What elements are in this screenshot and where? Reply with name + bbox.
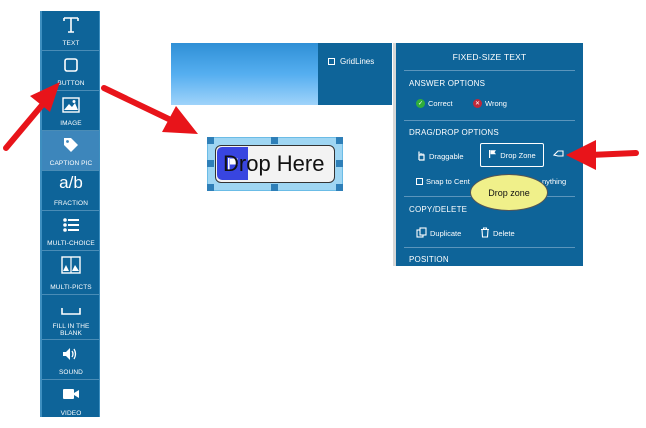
duplicate-icon <box>416 227 427 240</box>
tool-multi-picts-label: MULTI-PICTS <box>50 284 92 291</box>
divider <box>404 70 575 71</box>
trash-icon <box>480 227 490 240</box>
fraction-icon: a/b <box>59 173 83 192</box>
tool-multi-picts[interactable]: MULTI-PICTS <box>42 251 99 295</box>
gridlines-label: GridLines <box>340 57 375 66</box>
delete-button[interactable]: Delete <box>480 227 515 240</box>
tool-fraction[interactable]: a/b FRACTION <box>42 171 99 211</box>
draggable-option[interactable]: Draggable <box>416 150 464 163</box>
resize-handle-bottom-right[interactable] <box>336 184 343 191</box>
drop-here-label: Drop Here <box>223 151 325 176</box>
resize-handle-top-right[interactable] <box>336 137 343 144</box>
tool-text-label: TEXT <box>62 40 80 47</box>
copy-delete-heading: COPY/DELETE <box>409 205 468 214</box>
snap-to-center-option[interactable]: Snap to Cent <box>416 177 470 186</box>
position-heading: POSITION <box>409 255 449 264</box>
accept-anything-label: nything <box>542 177 567 186</box>
tool-fill-blank-label: FILL IN THE BLANK <box>52 323 90 337</box>
element-toolbar: TEXT BUTTON IMAGE CAPTION PIC a/b FRACTI… <box>40 11 100 417</box>
correct-option[interactable]: ✓ Correct <box>416 99 453 108</box>
resize-handle-bottom[interactable] <box>271 184 278 191</box>
divider <box>404 247 575 248</box>
speaker-icon <box>42 344 99 364</box>
drop-zone-tooltip-text: Drop zone <box>488 187 530 198</box>
duplicate-label: Duplicate <box>430 229 462 238</box>
tool-button[interactable]: BUTTON <box>42 51 99 91</box>
drop-zone-label: Drop Zone <box>500 150 536 160</box>
draggable-label: Draggable <box>429 152 464 161</box>
snap-checkbox[interactable] <box>416 178 423 185</box>
dragdrop-options-heading: DRAG/DROP OPTIONS <box>409 128 499 137</box>
correct-label: Correct <box>428 99 453 108</box>
tool-button-label: BUTTON <box>57 80 85 87</box>
drop-zone-button[interactable]: Drop Zone <box>480 143 544 167</box>
answer-options-heading: ANSWER OPTIONS <box>409 79 486 88</box>
tool-video[interactable]: VIDEO <box>42 380 99 417</box>
tool-image[interactable]: IMAGE <box>42 91 99 131</box>
delete-label: Delete <box>493 229 515 238</box>
gridlines-toggle[interactable]: GridLines <box>318 43 392 105</box>
resize-handle-left[interactable] <box>207 160 214 167</box>
hand-icon <box>416 150 426 163</box>
tool-multi-choice-label: MULTI-CHOICE <box>47 240 95 247</box>
duplicate-button[interactable]: Duplicate <box>416 227 461 240</box>
tool-fill-blank[interactable]: FILL IN THE BLANK <box>42 295 99 340</box>
resize-handle-right[interactable] <box>336 160 343 167</box>
check-icon: ✓ <box>416 99 425 108</box>
snap-label: Snap to Cent <box>426 177 470 186</box>
tool-image-label: IMAGE <box>60 120 82 127</box>
tool-sound-label: SOUND <box>59 369 83 376</box>
drop-here-button[interactable]: Drop Here <box>215 145 335 183</box>
tool-text[interactable]: TEXT <box>42 11 99 51</box>
tag-icon <box>42 135 99 155</box>
flag-icon <box>488 149 497 161</box>
list-icon <box>42 215 99 235</box>
drop-zone-tooltip: Drop zone <box>470 174 548 211</box>
multi-picts-icon <box>42 255 99 275</box>
resize-handle-top-left[interactable] <box>207 137 214 144</box>
x-icon: ✕ <box>473 99 482 108</box>
tool-caption-pic-label: CAPTION PIC <box>49 160 93 167</box>
blank-icon <box>42 301 99 321</box>
gridlines-checkbox[interactable] <box>328 58 335 65</box>
video-camera-icon <box>42 384 99 404</box>
tool-video-label: VIDEO <box>60 410 82 417</box>
tool-fraction-label: FRACTION <box>53 200 89 207</box>
wrong-label: Wrong <box>485 99 507 108</box>
divider <box>404 120 575 121</box>
tool-sound[interactable]: SOUND <box>42 340 99 380</box>
button-icon <box>42 55 99 75</box>
resize-handle-top[interactable] <box>271 137 278 144</box>
properties-panel: FIXED-SIZE TEXT ANSWER OPTIONS ✓ Correct… <box>393 43 583 266</box>
panel-title: FIXED-SIZE TEXT <box>452 52 527 62</box>
wrong-option[interactable]: ✕ Wrong <box>473 99 507 108</box>
canvas-header-strip <box>171 43 318 105</box>
eraser-icon[interactable] <box>553 149 565 159</box>
tool-multi-choice[interactable]: MULTI-CHOICE <box>42 211 99 251</box>
image-icon <box>42 95 99 115</box>
resize-handle-bottom-left[interactable] <box>207 184 214 191</box>
tool-caption-pic[interactable]: CAPTION PIC <box>42 131 99 171</box>
text-icon <box>42 15 99 35</box>
